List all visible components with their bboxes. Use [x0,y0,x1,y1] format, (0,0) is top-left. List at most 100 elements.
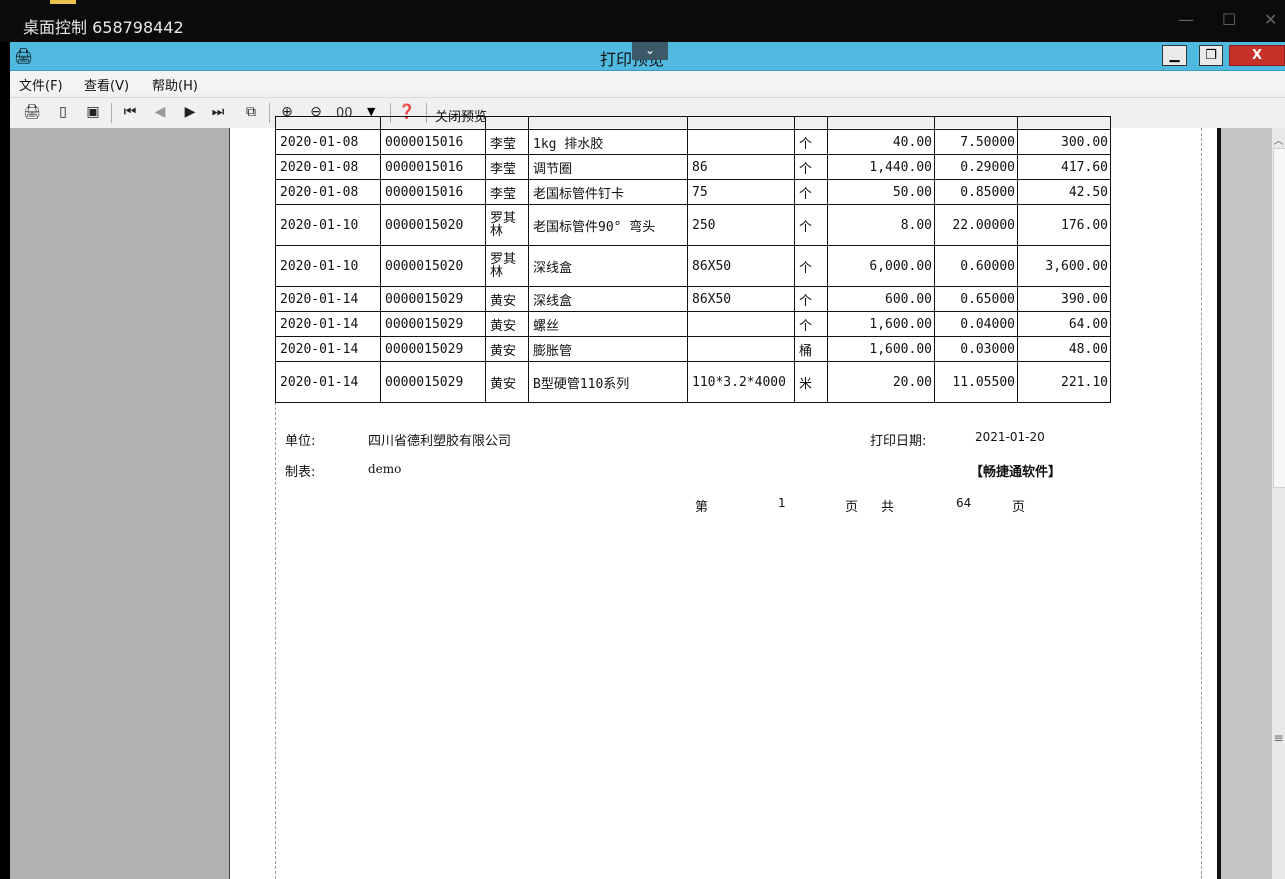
cell-date: 2020-01-14 [275,286,381,312]
remote-desktop-bar: 桌面控制 658798442 — ☐ ✕ [0,0,1285,42]
menu-file[interactable]: 文件(F) [19,75,63,94]
cell-item: 螺丝 [528,311,688,337]
table-row-partial [275,116,1111,130]
unit-label: 单位: [285,434,316,449]
cell-person: 李莹 [485,179,529,205]
cell-qty: 1,600.00 [827,336,935,362]
cell-amount: 48.00 [1017,336,1111,362]
table-row: 2020-01-08 0000015016 李莹 调节圈 86 个 1,440.00 0.29… [275,154,1111,180]
save-icon[interactable]: ▣ [83,102,103,122]
cell-date: 2020-01-08 [275,129,381,155]
cell-person: 罗其林 [485,204,529,246]
cell-price: 0.85000 [934,179,1018,205]
multi-page-icon[interactable]: ⧉ [241,102,261,122]
margin-line-right [1201,128,1202,879]
menu-help[interactable]: 帮助(H) [152,75,198,94]
remote-close-button[interactable]: ✕ [1264,10,1277,29]
table-row: 2020-01-08 0000015016 李莹 老国标管件钉卡 75 个 50.00 0.8… [275,179,1111,205]
table-row: 2020-01-14 0000015029 黄安 B型硬管110系列 110*3.2*4… [275,361,1111,403]
cell-date: 2020-01-14 [275,311,381,337]
cell-qty: 1,600.00 [827,311,935,337]
cell-price: 7.50000 [934,129,1018,155]
cell-spec [687,129,795,155]
minimize-button[interactable]: ▁ [1162,45,1187,66]
cell-spec [687,336,795,362]
cell-no: 0000015020 [380,245,486,287]
cell-unit: 个 [794,204,828,246]
remote-maximize-button[interactable]: ☐ [1222,10,1236,29]
maker-value: demo [368,462,402,476]
cell-no: 0000015016 [380,154,486,180]
cell-spec: 86X50 [687,286,795,312]
cell-amount: 417.60 [1017,154,1111,180]
cell-spec: 86X50 [687,245,795,287]
page-suffix: 页 [845,500,859,515]
grip-icon[interactable]: ≡ [1272,731,1285,745]
cell-unit: 个 [794,179,828,205]
cell-date: 2020-01-14 [275,336,381,362]
chevron-down-icon[interactable]: ⌄ [632,42,668,60]
cell-item: 老国标管件钉卡 [528,179,688,205]
cell-person: 黄安 [485,286,529,312]
table-row: 2020-01-08 0000015016 李莹 1kg 排水胶 个 40.00 7.500… [275,129,1111,155]
title-bar: 🖨 打印预览 ⌄ ▁ ❐ X [10,42,1285,71]
cell-amount: 176.00 [1017,204,1111,246]
cell-person: 黄安 [485,361,529,403]
last-page-icon[interactable]: ⏭ [208,102,228,122]
prev-page-icon[interactable]: ◀ [150,102,170,122]
cell-person: 李莹 [485,129,529,155]
cell-qty: 50.00 [827,179,935,205]
close-button[interactable]: X [1229,45,1285,66]
cell-unit: 米 [794,361,828,403]
cell-unit: 个 [794,286,828,312]
cell-no: 0000015029 [380,361,486,403]
scroll-up-icon[interactable]: ︿ [1272,132,1285,147]
cell-price: 0.65000 [934,286,1018,312]
cell-item: 深线盒 [528,286,688,312]
cell-amount: 3,600.00 [1017,245,1111,287]
cell-amount: 64.00 [1017,311,1111,337]
cell-qty: 8.00 [827,204,935,246]
cell-price: 0.03000 [934,336,1018,362]
cell-qty: 1,440.00 [827,154,935,180]
cell-spec: 75 [687,179,795,205]
menu-view[interactable]: 查看(V) [84,75,129,94]
cell-person: 黄安 [485,311,529,337]
print-date-value: 2021-01-20 [975,430,1045,444]
page-number: 1 [778,496,786,510]
page-prefix: 第 [695,500,709,515]
unit-value: 四川省德利塑胶有限公司 [368,434,512,449]
cell-date: 2020-01-08 [275,179,381,205]
report-table: 2020-01-08 0000015016 李莹 1kg 排水胶个 40.00 7.500… [275,116,1111,403]
menu-bar: 文件(F) 查看(V) 帮助(H) [10,71,1285,94]
toolbar-separator [269,103,270,123]
preview-area: 2020-01-08 0000015016 李莹 1kg 排水胶个 40.00 7.500… [10,116,1285,879]
scrollbar-thumb[interactable] [1273,148,1285,488]
cell-no: 0000015016 [380,179,486,205]
page-setup-icon[interactable]: ▯ [53,102,73,122]
cell-no: 0000015029 [380,311,486,337]
remote-minimize-button[interactable]: — [1178,10,1194,29]
cell-price: 0.04000 [934,311,1018,337]
cell-person: 李莹 [485,154,529,180]
toolbar-separator [111,103,112,123]
print-icon[interactable]: 🖨 [22,102,42,122]
restore-button[interactable]: ❐ [1199,45,1223,66]
first-page-icon[interactable]: ⏮ [120,102,140,122]
cell-amount: 300.00 [1017,129,1111,155]
cell-item: 膨胀管 [528,336,688,362]
cell-amount: 42.50 [1017,179,1111,205]
maker-label: 制表: [285,465,316,480]
cell-price: 0.60000 [934,245,1018,287]
cell-qty: 6,000.00 [827,245,935,287]
cell-qty: 600.00 [827,286,935,312]
cell-unit: 桶 [794,336,828,362]
cell-amount: 221.10 [1017,361,1111,403]
cell-item: B型硬管110系列 [528,361,688,403]
cell-item: 1kg 排水胶 [528,129,688,155]
cell-spec: 250 [687,204,795,246]
cell-amount: 390.00 [1017,286,1111,312]
next-page-icon[interactable]: ▶ [180,102,200,122]
cell-no: 0000015020 [380,204,486,246]
remote-logo-icon [50,0,76,4]
